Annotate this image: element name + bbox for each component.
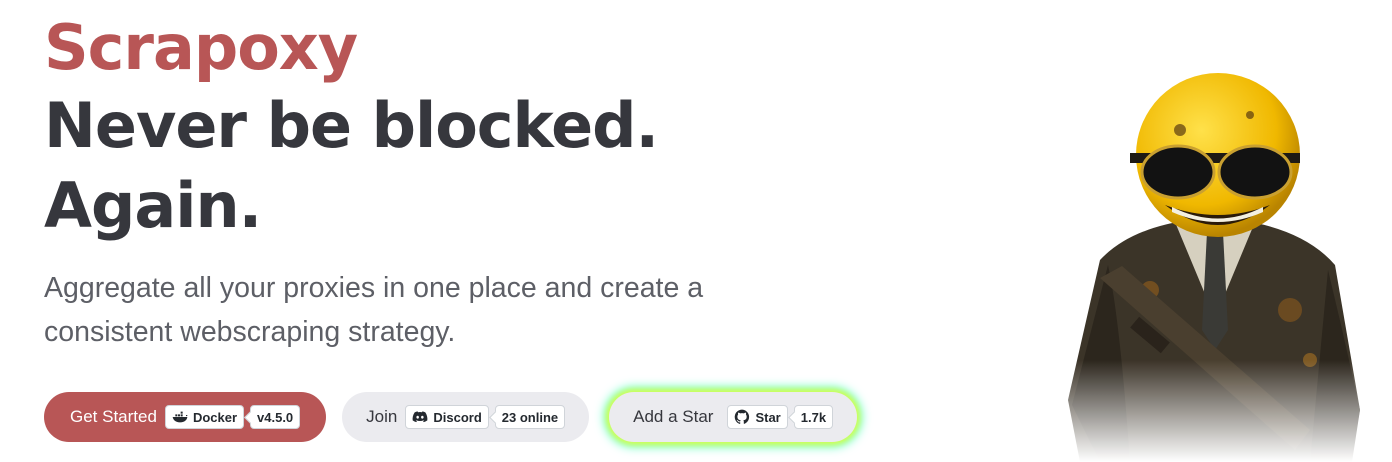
join-label: Join (366, 407, 398, 426)
discord-icon (412, 411, 428, 423)
online-count: 23 online (494, 405, 566, 429)
version-count: v4.5.0 (250, 405, 301, 429)
add-star-button[interactable]: Add a Star Star 1.7k (609, 392, 858, 442)
docker-badge-label: Docker (192, 409, 238, 425)
github-badge-main: Star (727, 405, 788, 429)
github-badge[interactable]: Star 1.7k (727, 405, 834, 429)
get-started-label: Get Started (70, 407, 157, 426)
headline-line-1: Never be blocked. (44, 89, 659, 162)
github-icon (735, 409, 750, 424)
add-star-label: Add a Star (633, 407, 714, 426)
docker-badge-main: Docker (164, 405, 245, 429)
discord-badge[interactable]: Discord 23 online (405, 405, 566, 429)
cta-row: Get Started Docker v4.5.0 Join Discord 2… (44, 392, 858, 442)
headline-line-2: Again. (44, 169, 262, 242)
tagline: Aggregate all your proxies in one place … (44, 272, 704, 348)
mascot-icon (1060, 73, 1370, 462)
docker-icon (172, 411, 188, 423)
discord-badge-main: Discord (405, 405, 489, 429)
join-discord-button[interactable]: Join Discord 23 online (342, 392, 590, 442)
github-badge-label: Star (755, 409, 781, 425)
discord-badge-label: Discord (433, 409, 482, 425)
docker-badge[interactable]: Docker v4.5.0 (164, 405, 301, 429)
get-started-button[interactable]: Get Started Docker v4.5.0 (44, 392, 327, 442)
hero: Scrapoxy Never be blocked. Again. Aggreg… (44, 10, 944, 354)
star-count: 1.7k (793, 405, 834, 429)
brand-title: Scrapoxy (44, 11, 358, 84)
